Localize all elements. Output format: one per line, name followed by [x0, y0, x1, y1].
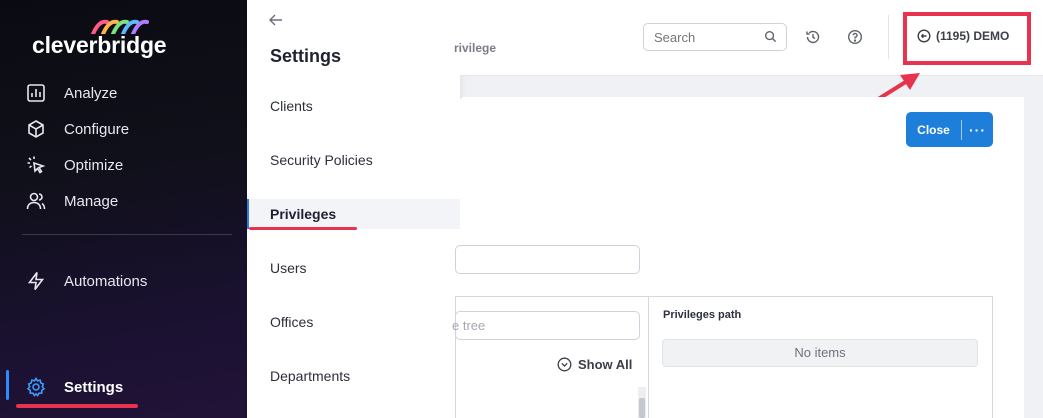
sidebar-item-automations[interactable]: Automations	[26, 269, 147, 293]
close-button[interactable]: Close	[906, 123, 961, 137]
submenu-title: Settings	[270, 46, 342, 66]
close-button-group: Close ···	[906, 112, 993, 147]
privilege-name-input[interactable]	[455, 245, 640, 274]
sidebar-item-label: Settings	[64, 378, 124, 396]
sidebar-item-label: Configure	[64, 120, 130, 138]
tree-panel-divider	[648, 296, 649, 418]
submenu-active-indicator	[247, 199, 249, 229]
cube-icon	[28, 120, 44, 138]
cursor-click-icon	[27, 156, 46, 174]
no-items-placeholder: No items	[662, 339, 978, 367]
chevron-circle-down-icon	[557, 357, 572, 372]
help-icon[interactable]	[847, 29, 863, 45]
tree-search-placeholder: e tree	[452, 318, 486, 333]
submenu-item-clients[interactable]: Clients	[270, 98, 313, 114]
submenu-item-users[interactable]: Users	[270, 260, 307, 276]
sidebar-item-label: Optimize	[64, 156, 124, 174]
search-icon[interactable]	[764, 30, 777, 43]
account-annotation-box	[903, 12, 1031, 65]
sidebar-item-analyze[interactable]: Analyze	[26, 81, 117, 105]
header-divider	[888, 15, 889, 59]
active-indicator	[6, 370, 9, 400]
more-options-button[interactable]: ···	[962, 122, 993, 138]
settings-annotation-underline	[16, 404, 138, 408]
gear-icon	[26, 377, 46, 397]
back-arrow-icon[interactable]	[268, 12, 284, 28]
sidebar-item-settings[interactable]: Settings	[26, 375, 123, 399]
privileges-path-heading: Privileges path	[663, 309, 742, 321]
history-icon[interactable]	[805, 29, 821, 45]
sidebar-divider	[22, 234, 232, 235]
sidebar-item-label: Analyze	[64, 84, 118, 102]
submenu-item-offices[interactable]: Offices	[270, 314, 313, 330]
sidebar-item-configure[interactable]: Configure	[26, 117, 129, 141]
submenu-item-departments[interactable]: Departments	[270, 368, 350, 384]
tree-scrollbar-thumb[interactable]	[639, 398, 645, 418]
sidebar-item-manage[interactable]: Manage	[26, 189, 118, 213]
tree-search-input[interactable]: e tree	[452, 311, 640, 340]
show-all-button[interactable]: Show All	[557, 357, 632, 372]
sidebar-item-label: Manage	[64, 192, 119, 210]
sidebar-item-optimize[interactable]: Optimize	[26, 153, 123, 177]
lightning-icon	[27, 272, 45, 290]
main-sidebar: cleverbridge Analyze Configure Optimize …	[0, 0, 247, 418]
sidebar-item-label: Automations	[64, 272, 148, 290]
brand-logo[interactable]: cleverbridge	[32, 32, 167, 59]
chart-icon	[27, 84, 45, 102]
submenu-item-security-policies[interactable]: Security Policies	[270, 152, 373, 168]
submenu-item-privileges[interactable]: Privileges	[270, 206, 336, 222]
show-all-label: Show All	[578, 357, 633, 372]
users-icon	[26, 192, 46, 210]
privileges-annotation-underline	[249, 227, 357, 230]
breadcrumb: rivilege	[454, 41, 497, 55]
